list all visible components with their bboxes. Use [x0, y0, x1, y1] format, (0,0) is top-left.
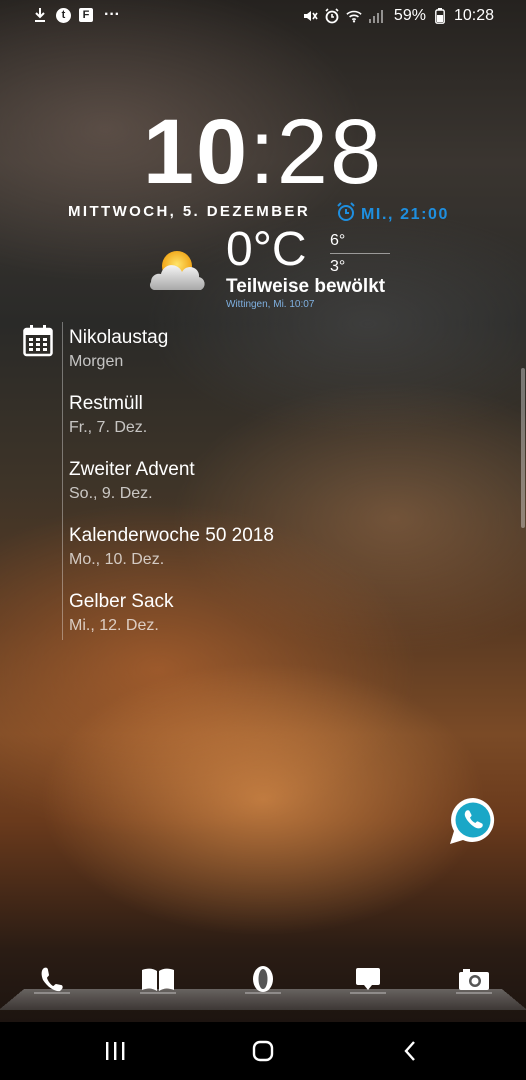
temp-range: 6° 3°: [330, 229, 390, 279]
event-title: Zweiter Advent: [69, 459, 195, 480]
more-icon: ···: [104, 6, 120, 23]
alarm-label: MI., 21:00: [361, 205, 450, 223]
t-app-icon: t: [56, 7, 71, 23]
app-dock: [0, 965, 526, 1013]
calendar-icon[interactable]: [23, 325, 53, 357]
back-button[interactable]: [390, 1036, 430, 1066]
calendar-event-list: Nikolaustag Morgen Restmüll Fr., 7. Dez.…: [69, 325, 274, 655]
whatsapp-icon[interactable]: [447, 795, 499, 847]
recents-button[interactable]: [95, 1036, 135, 1066]
wifi-icon: [346, 8, 362, 24]
battery-percent: 59%: [393, 7, 426, 24]
event-date: Mi., 12. Dez.: [69, 617, 159, 634]
clock-hour: 10: [142, 101, 250, 203]
navigation-bar: [0, 1022, 526, 1080]
download-icon: [32, 7, 48, 23]
alarm-clock-icon: [336, 202, 356, 227]
battery-icon: [432, 8, 448, 24]
chat-icon[interactable]: [348, 965, 388, 995]
calendar-event[interactable]: Restmüll Fr., 7. Dez.: [69, 391, 274, 457]
flipboard-icon: F: [79, 8, 93, 22]
calendar-event[interactable]: Gelber Sack Mi., 12. Dez.: [69, 589, 274, 655]
alarm-icon: [324, 8, 340, 24]
event-title: Gelber Sack: [69, 591, 174, 612]
book-icon[interactable]: [138, 965, 178, 995]
edge-panel-handle[interactable]: [521, 368, 525, 528]
event-title: Nikolaustag: [69, 327, 169, 348]
weather-location: Wittingen, Mi. 10:07: [226, 299, 315, 310]
clock-minute: 28: [276, 101, 384, 203]
event-date: Fr., 7. Dez.: [69, 419, 148, 436]
status-time: 10:28: [453, 7, 494, 24]
calendar-event[interactable]: Nikolaustag Morgen: [69, 325, 274, 391]
next-alarm[interactable]: MI., 21:00: [336, 202, 449, 227]
event-date: So., 9. Dez.: [69, 485, 153, 502]
calendar-divider: [62, 322, 63, 640]
calendar-event[interactable]: Kalenderwoche 50 2018 Mo., 10. Dez.: [69, 523, 274, 589]
home-icon: [252, 1040, 274, 1062]
event-title: Kalenderwoche 50 2018: [69, 525, 274, 546]
phone-icon[interactable]: [32, 965, 72, 995]
date-label[interactable]: MITTWOCH, 5. DEZEMBER: [68, 203, 310, 220]
temp-high: 6°: [330, 232, 346, 249]
signal-icon: [368, 8, 384, 24]
calendar-event[interactable]: Zweiter Advent So., 9. Dez.: [69, 457, 274, 523]
status-bar: t F ··· 59% 10:28: [0, 0, 526, 32]
clock-widget[interactable]: 10:28: [0, 106, 526, 198]
event-date: Morgen: [69, 353, 124, 370]
camera-icon[interactable]: [454, 965, 494, 995]
partly-cloudy-icon[interactable]: [145, 248, 209, 292]
weather-description: Teilweise bewölkt: [226, 276, 386, 297]
temperature: 0°C: [226, 223, 307, 276]
event-date: Mo., 10. Dez.: [69, 551, 165, 568]
home-button[interactable]: [243, 1036, 283, 1066]
mute-icon: [302, 8, 318, 24]
opera-icon[interactable]: [243, 965, 283, 995]
event-title: Restmüll: [69, 393, 143, 414]
recents-icon: [106, 1042, 125, 1060]
clock-separator: :: [249, 101, 277, 203]
back-icon: [404, 1041, 415, 1061]
